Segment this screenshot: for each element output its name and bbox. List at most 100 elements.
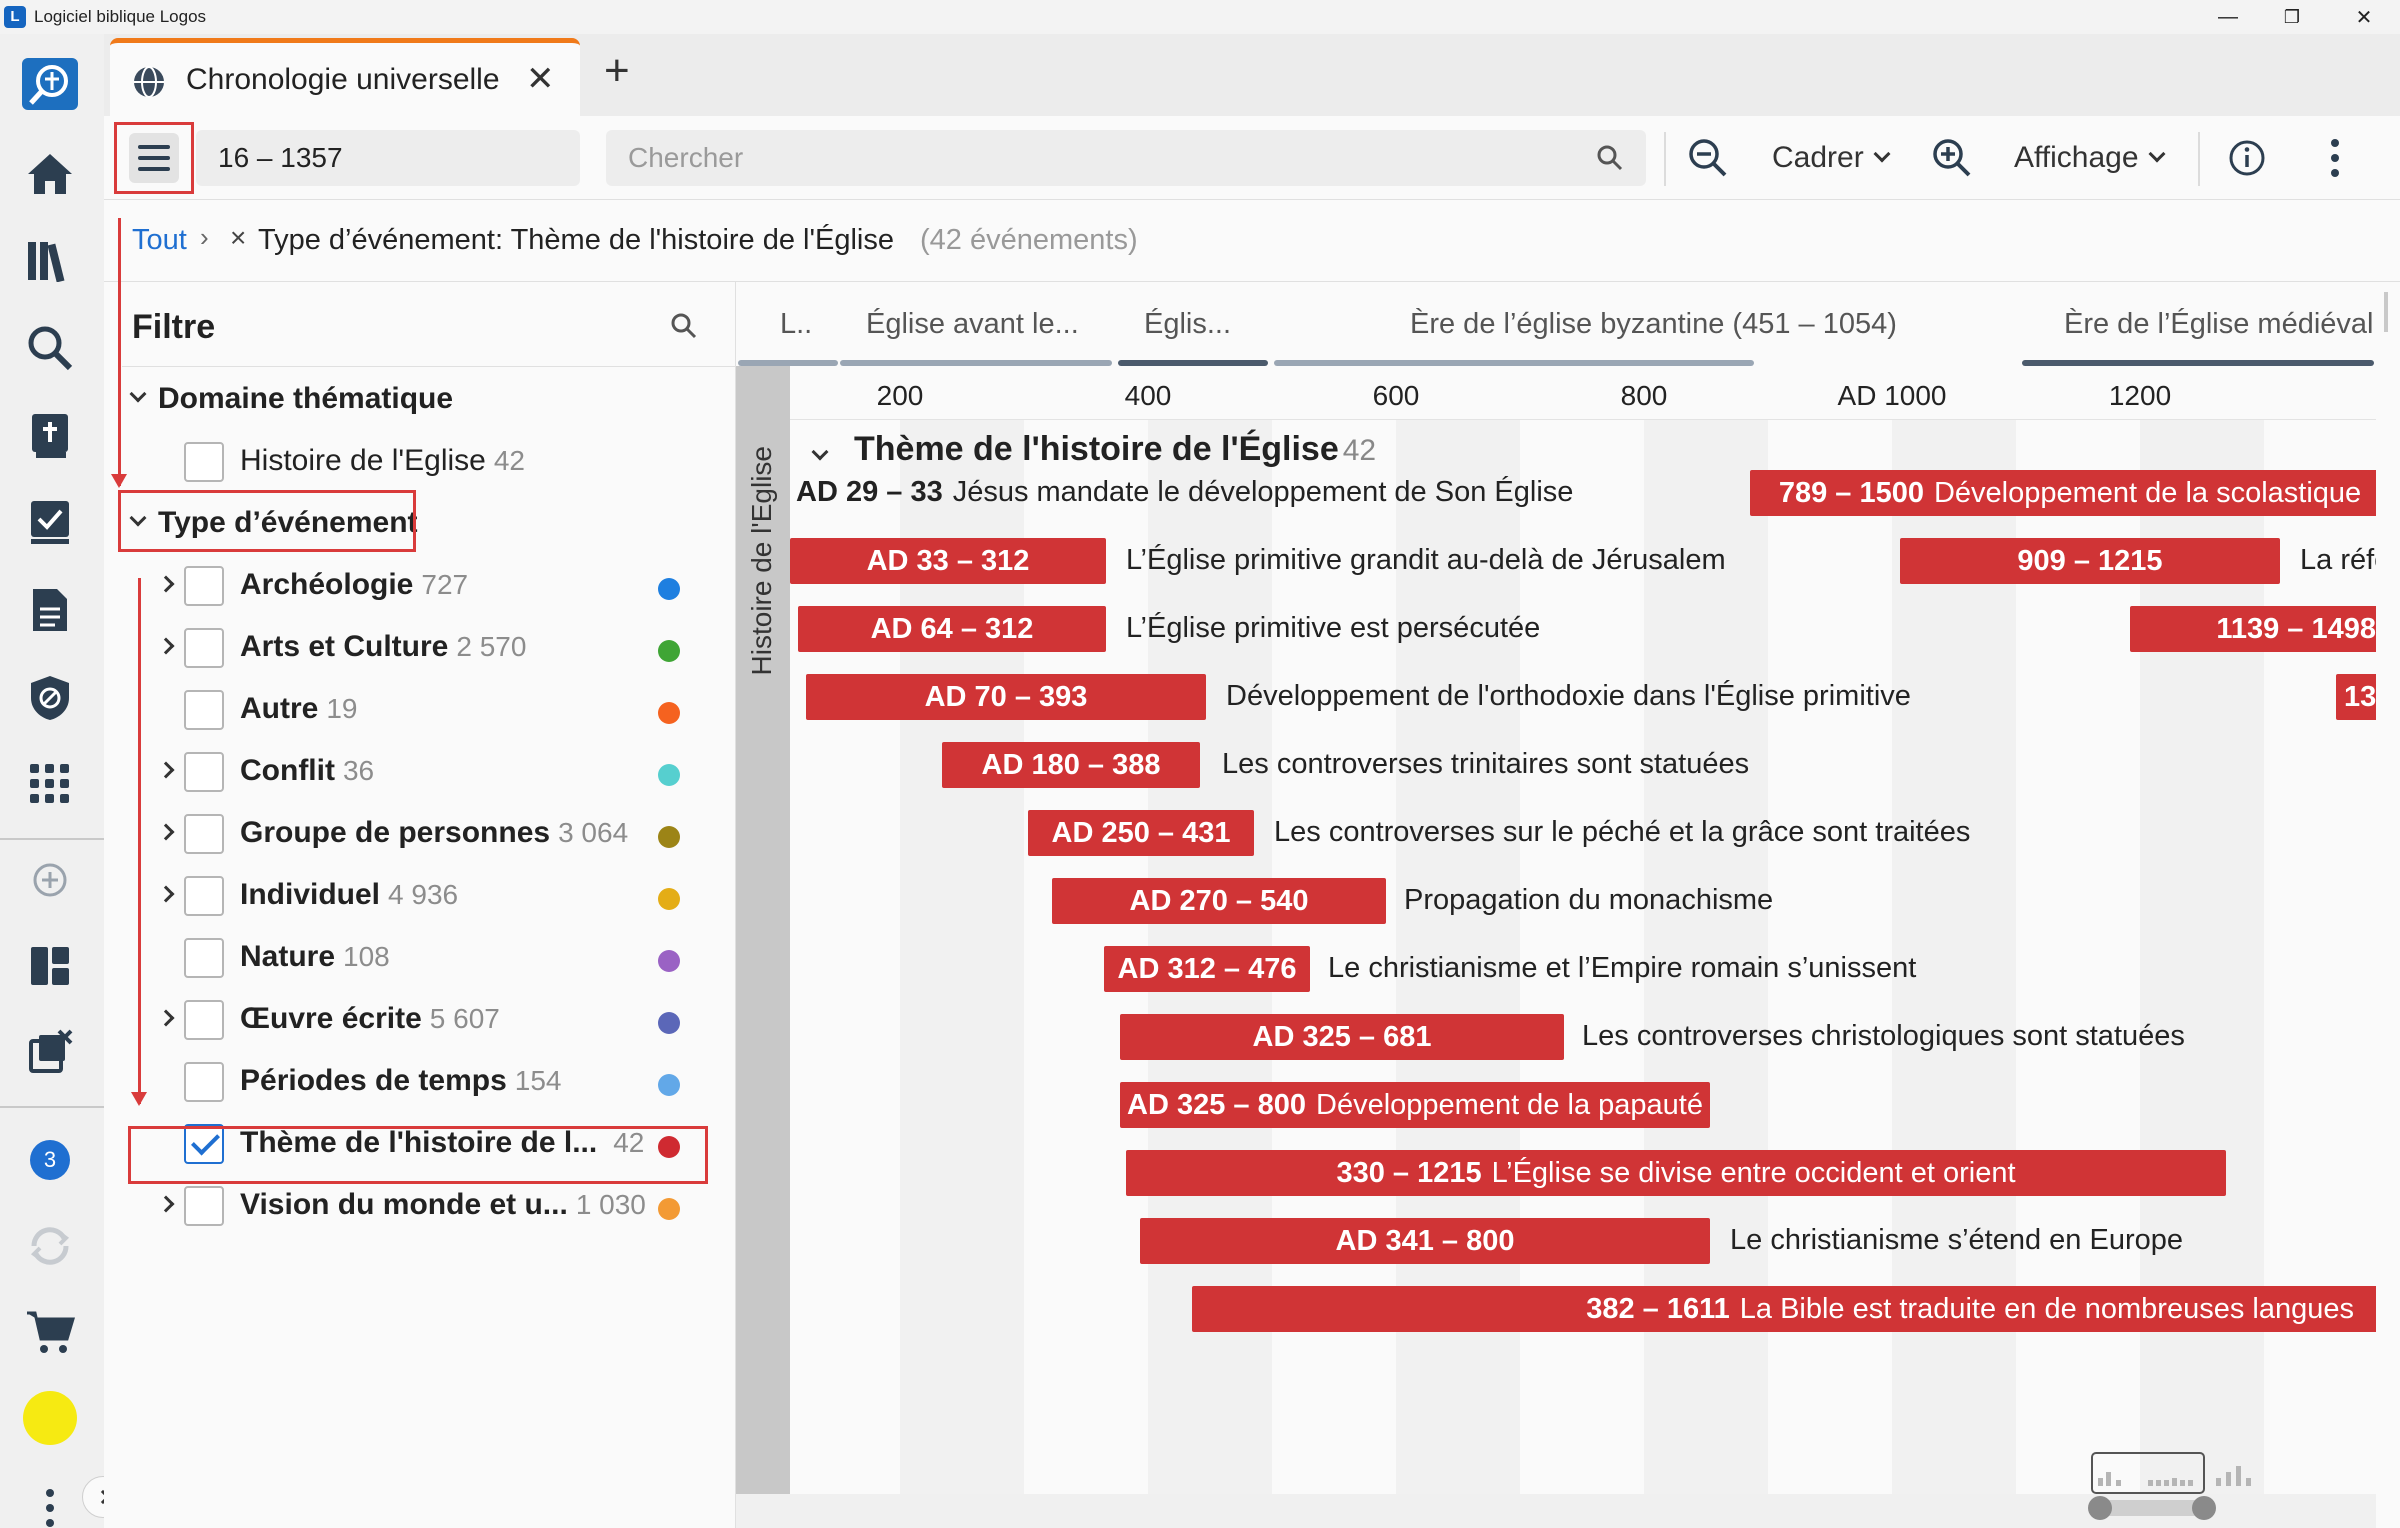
event-bar[interactable]: AD 312 – 476 xyxy=(1104,946,1310,992)
event-bar[interactable]: 909 – 1215 xyxy=(1900,538,2280,584)
event-bar[interactable]: 1139 – 1498 xyxy=(2130,606,2376,652)
filter-item-arts-culture[interactable]: Arts et Culture 2 570 xyxy=(104,618,736,680)
filter-item-count: 154 xyxy=(514,1065,562,1096)
library-icon[interactable] xyxy=(20,230,80,290)
shield-icon[interactable] xyxy=(20,668,80,728)
more-vertical-icon[interactable] xyxy=(22,1478,78,1528)
checkbox[interactable] xyxy=(184,1062,224,1102)
add-tab-button[interactable]: + xyxy=(604,46,630,96)
checkbox[interactable] xyxy=(184,752,224,792)
filter-item-time-periods[interactable]: Périodes de temps 154 xyxy=(104,1052,736,1114)
event-bar[interactable]: 789 – 1500 Développement de la scolastiqu… xyxy=(1750,470,2376,516)
section-thematic-domain[interactable]: Domaine thématique xyxy=(158,382,453,416)
era-label[interactable]: Églis... xyxy=(1144,308,1231,341)
chevron-down-icon[interactable] xyxy=(129,385,147,403)
layouts-icon[interactable] xyxy=(20,936,80,996)
time-scale: 200 400 600 800 AD 1000 1200 xyxy=(790,366,2376,420)
document-icon[interactable] xyxy=(20,580,80,640)
search-box[interactable] xyxy=(606,130,1646,186)
date-range-field[interactable]: 16 – 1357 xyxy=(196,130,580,186)
apps-grid-icon[interactable] xyxy=(20,754,80,814)
menu-button-highlight[interactable] xyxy=(114,122,194,194)
info-button[interactable] xyxy=(2228,130,2266,186)
color-dot xyxy=(658,640,680,662)
display-dropdown[interactable]: Affichage xyxy=(2014,130,2166,186)
event-bar[interactable]: AD 33 – 312 xyxy=(790,538,1106,584)
logos-search-logo-icon[interactable] xyxy=(20,54,80,114)
more-options-button[interactable] xyxy=(2330,130,2340,186)
breadcrumb-all-link[interactable]: Tout xyxy=(132,224,187,257)
active-filter-count: (42 événements) xyxy=(920,224,1138,256)
event-dates: 330 – 1215 xyxy=(1336,1156,1482,1189)
search-input[interactable] xyxy=(628,130,1528,186)
filter-item-written-work[interactable]: Œuvre écrite 5 607 xyxy=(104,990,736,1052)
chevron-right-icon[interactable] xyxy=(157,761,175,779)
filter-item-conflict[interactable]: Conflit 36 xyxy=(104,742,736,804)
breadcrumb: Tout › × Type d’événement: Thème de l'hi… xyxy=(104,200,2400,282)
event-bar[interactable]: AD 270 – 540 xyxy=(1052,878,1386,924)
minimize-button[interactable]: — xyxy=(2196,0,2260,34)
event-bar[interactable]: AD 70 – 393 xyxy=(806,674,1206,720)
filter-item-individual[interactable]: Individuel 4 936 xyxy=(104,866,736,928)
event-bar[interactable]: AD 250 – 431 xyxy=(1028,810,1254,856)
add-circle-icon[interactable] xyxy=(20,850,80,910)
remove-filter-button[interactable]: × xyxy=(230,222,246,254)
checkbox[interactable] xyxy=(184,814,224,854)
hamburger-menu-icon[interactable] xyxy=(129,133,179,183)
chevron-right-icon[interactable] xyxy=(157,823,175,841)
event-bar[interactable]: AD 325 – 800 Développement de la papauté xyxy=(1120,1082,1710,1128)
event-bar[interactable]: 382 – 1611 La Bible est traduite en de no… xyxy=(1192,1286,2376,1332)
filter-item-nature[interactable]: Nature 108 xyxy=(104,928,736,990)
event-bar[interactable]: AD 325 – 681 xyxy=(1120,1014,1564,1060)
filter-item-other[interactable]: Autre 19 xyxy=(104,680,736,742)
event-bar[interactable]: 13 xyxy=(2336,674,2376,720)
era-label[interactable]: Ère de l’église byzantine (451 – 1054) xyxy=(1410,308,1897,341)
maximize-button[interactable]: ❐ xyxy=(2260,0,2324,34)
close-tab-button[interactable]: ✕ xyxy=(526,59,555,99)
event-bar[interactable]: AD 180 – 388 xyxy=(942,742,1200,788)
filter-item-church-history[interactable]: Histoire de l'Eglise 42 xyxy=(104,432,736,494)
avatar[interactable] xyxy=(20,1388,80,1448)
chevron-right-icon[interactable] xyxy=(157,637,175,655)
checkbox[interactable] xyxy=(184,938,224,978)
notifications-badge[interactable]: 3 xyxy=(20,1130,80,1190)
checkbox[interactable] xyxy=(184,876,224,916)
zoom-in-button[interactable] xyxy=(1932,130,1972,186)
filter-item-people-group[interactable]: Groupe de personnes 3 064 xyxy=(104,804,736,866)
chevron-right-icon[interactable] xyxy=(157,575,175,593)
era-label[interactable]: Église avant le... xyxy=(866,308,1079,341)
close-panels-icon[interactable] xyxy=(20,1022,80,1082)
filter-search-icon[interactable] xyxy=(670,312,698,340)
close-window-button[interactable]: ✕ xyxy=(2332,0,2396,34)
cart-icon[interactable] xyxy=(20,1302,80,1362)
era-label[interactable]: L.. xyxy=(780,308,812,341)
chevron-right-icon[interactable] xyxy=(157,1195,175,1213)
search-icon[interactable] xyxy=(20,318,80,378)
chevron-right-icon[interactable] xyxy=(157,885,175,903)
timeline-minimap[interactable] xyxy=(2086,1452,2276,1522)
zoom-out-button[interactable] xyxy=(1688,130,1728,186)
filter-item-archeology[interactable]: Archéologie 727 xyxy=(104,556,736,618)
checkbox[interactable] xyxy=(184,1186,224,1226)
bible-icon[interactable] xyxy=(20,406,80,466)
home-icon[interactable] xyxy=(20,144,80,204)
event-bar[interactable]: 330 – 1215 L’Église se divise entre occid… xyxy=(1126,1150,2226,1196)
filter-item-count: 3 064 xyxy=(558,817,629,848)
checkbox[interactable] xyxy=(184,690,224,730)
era-label[interactable]: Ère de l’Église médiéval xyxy=(2064,308,2373,341)
chevron-right-icon[interactable] xyxy=(157,1009,175,1027)
header-scrollbar[interactable] xyxy=(2384,292,2388,332)
frame-dropdown[interactable]: Cadrer xyxy=(1772,130,1891,186)
event-label: Le christianisme et l’Empire romain s’un… xyxy=(1328,952,1917,984)
tasks-icon[interactable] xyxy=(20,492,80,552)
sync-icon[interactable] xyxy=(20,1216,80,1276)
checkbox[interactable] xyxy=(184,1000,224,1040)
checkbox[interactable] xyxy=(184,628,224,668)
event-bar[interactable]: AD 341 – 800 xyxy=(1140,1218,1710,1264)
search-icon[interactable] xyxy=(1596,144,1624,172)
tab-universal-timeline[interactable]: Chronologie universelle ✕ xyxy=(110,38,580,116)
checkbox[interactable] xyxy=(184,442,224,482)
checkbox[interactable] xyxy=(184,566,224,606)
filter-item-worldview[interactable]: Vision du monde et u... 1 030 xyxy=(104,1176,736,1238)
event-bar[interactable]: AD 64 – 312 xyxy=(798,606,1106,652)
